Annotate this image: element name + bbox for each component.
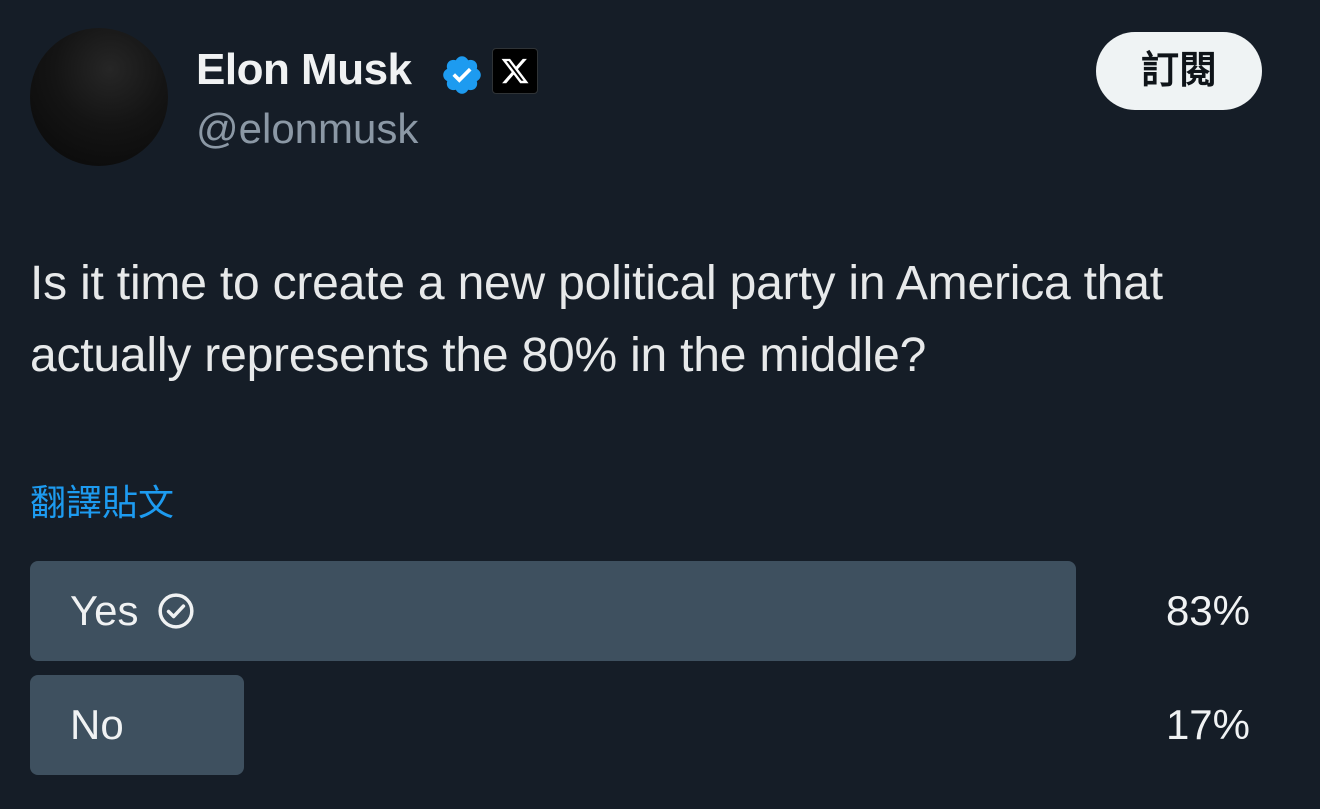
- username-handle[interactable]: @elonmusk: [196, 104, 418, 154]
- poll-option-no[interactable]: No 17%: [30, 675, 1250, 775]
- display-name[interactable]: Elon Musk: [196, 44, 412, 96]
- avatar[interactable]: [30, 28, 168, 166]
- poll-option-yes[interactable]: Yes 83%: [30, 561, 1250, 661]
- poll-result-bar: [30, 675, 244, 775]
- poll-percent: 17%: [1165, 701, 1250, 748]
- verified-badge-icon: [443, 56, 481, 94]
- check-circle-icon: [157, 593, 194, 629]
- poll-option-label: Yes: [70, 587, 139, 634]
- translate-post-link[interactable]: 翻譯貼文: [30, 480, 174, 526]
- poll-percent: 83%: [1165, 587, 1250, 634]
- poll-option-label: No: [70, 701, 124, 748]
- x-logo-icon: [492, 48, 538, 94]
- subscribe-button[interactable]: 訂閱: [1096, 32, 1262, 110]
- post-text: Is it time to create a new political par…: [30, 257, 1163, 382]
